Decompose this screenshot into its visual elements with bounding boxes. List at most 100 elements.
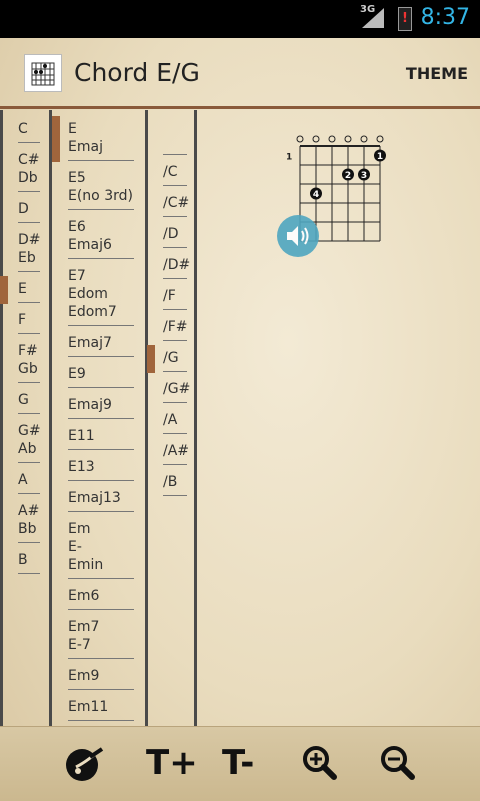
item-underline bbox=[68, 609, 134, 610]
root-item[interactable]: E bbox=[18, 280, 40, 304]
chord-type-item[interactable]: E11 bbox=[68, 427, 134, 451]
item-underline bbox=[163, 154, 187, 155]
item-underline bbox=[163, 216, 187, 217]
chord-type-item[interactable]: Em11 bbox=[68, 698, 134, 722]
app-bar: Chord E/G THEME bbox=[0, 38, 480, 109]
root-column: C C# Db D D# Eb E F F# Gb G G# Ab A A# Bb B bbox=[0, 110, 52, 728]
text-size-increase-button[interactable]: T+ bbox=[146, 743, 206, 787]
bass-note-item[interactable]: /C# bbox=[163, 194, 189, 218]
bass-note-item-label: /A bbox=[163, 412, 178, 428]
bass-note-item[interactable]: /B bbox=[163, 473, 187, 497]
chord-type-item[interactable]: E13 bbox=[68, 458, 134, 482]
chord-type-item-label: E6 bbox=[68, 219, 86, 235]
root-item[interactable]: A bbox=[18, 471, 40, 495]
chord-type-item[interactable]: Em E- Emin bbox=[68, 520, 134, 580]
bass-note-item[interactable]: /G# bbox=[163, 380, 191, 404]
bottom-toolbar: T+ T- bbox=[0, 726, 480, 801]
chord-type-item-label: Em bbox=[68, 521, 91, 537]
chord-type-item-label: Emaj9 bbox=[68, 397, 112, 413]
start-fret-label: 1 bbox=[286, 153, 292, 163]
root-item-label: C bbox=[18, 121, 28, 137]
chord-type-item[interactable]: E9 bbox=[68, 365, 134, 389]
bass-note-column: /C/C# /D/D# /F/F# /G/G# /A/A# /B bbox=[147, 110, 197, 728]
chord-type-item-label: Emaj13 bbox=[68, 490, 121, 506]
root-item-label: G bbox=[18, 392, 29, 408]
bass-note-item[interactable]: /F# bbox=[163, 318, 188, 342]
chord-type-item-label: E(no 3rd) bbox=[68, 188, 133, 204]
item-underline bbox=[163, 433, 187, 434]
text-size-decrease-button[interactable]: T- bbox=[222, 743, 282, 787]
bass-note-item[interactable] bbox=[163, 132, 187, 156]
bass-note-item[interactable]: /F bbox=[163, 287, 187, 311]
item-underline bbox=[68, 160, 134, 161]
root-item[interactable]: B bbox=[18, 551, 40, 575]
item-underline bbox=[68, 209, 134, 210]
chord-type-item[interactable]: E Emaj bbox=[68, 120, 134, 162]
bass-note-item[interactable]: /A bbox=[163, 411, 187, 435]
root-item[interactable]: F# Gb bbox=[18, 342, 40, 384]
bass-note-item[interactable]: /C bbox=[163, 163, 187, 187]
selection-marker bbox=[52, 116, 60, 162]
bass-note-item-label: /F bbox=[163, 288, 176, 304]
chord-type-item[interactable]: Emaj13 bbox=[68, 489, 134, 513]
root-item-label: Db bbox=[18, 170, 38, 186]
bass-note-item[interactable]: /D bbox=[163, 225, 187, 249]
root-item-label: D bbox=[18, 201, 29, 217]
bass-note-item[interactable]: /D# bbox=[163, 256, 190, 280]
root-item-label: Ab bbox=[18, 441, 37, 457]
chord-type-column: E Emaj E5 E(no 3rd) E6 Emaj6 E7 Edom Edom7 Emaj7 E… bbox=[52, 110, 148, 728]
root-item[interactable]: A# Bb bbox=[18, 502, 40, 544]
root-item[interactable]: C bbox=[18, 120, 40, 144]
root-item[interactable]: G bbox=[18, 391, 40, 415]
item-underline bbox=[18, 413, 40, 414]
page-title: Chord E/G bbox=[74, 58, 200, 87]
root-item-label: F# bbox=[18, 343, 38, 359]
item-underline bbox=[18, 191, 40, 192]
item-underline bbox=[68, 578, 134, 579]
zoom-in-button[interactable] bbox=[300, 743, 360, 787]
chord-type-item[interactable]: E6 Emaj6 bbox=[68, 218, 134, 260]
item-underline bbox=[18, 382, 40, 383]
theme-button[interactable]: THEME bbox=[406, 64, 468, 83]
play-sound-button[interactable] bbox=[277, 215, 319, 257]
chord-type-item[interactable]: Em7 E-7 bbox=[68, 618, 134, 660]
chord-type-item[interactable]: Em6 bbox=[68, 587, 134, 611]
chord-type-item[interactable]: Em9 bbox=[68, 667, 134, 691]
bass-note-item[interactable]: /A# bbox=[163, 442, 189, 466]
item-underline bbox=[68, 449, 134, 450]
root-item-label: A bbox=[18, 472, 28, 488]
root-item[interactable]: D# Eb bbox=[18, 231, 41, 273]
item-underline bbox=[68, 480, 134, 481]
chord-type-item[interactable]: Emaj9 bbox=[68, 396, 134, 420]
item-underline bbox=[18, 222, 40, 223]
root-item-label: A# bbox=[18, 503, 40, 519]
item-underline bbox=[18, 462, 40, 463]
item-underline bbox=[163, 309, 187, 310]
guitar-button[interactable] bbox=[62, 743, 122, 787]
bass-note-item-label: /G# bbox=[163, 381, 191, 397]
chord-type-item[interactable]: E5 E(no 3rd) bbox=[68, 169, 134, 211]
chord-type-item[interactable]: Emaj7 bbox=[68, 334, 134, 358]
item-underline bbox=[163, 464, 187, 465]
chord-type-item-label: E-7 bbox=[68, 637, 91, 653]
bass-note-item[interactable]: /G bbox=[163, 349, 187, 373]
item-underline bbox=[163, 340, 187, 341]
chord-page: Chord E/G THEME C C# Db D D# Eb E F F# Gb G G# Ab A A#… bbox=[0, 38, 480, 801]
chord-type-item-label: E bbox=[68, 121, 77, 137]
chord-type-item-label: Em7 bbox=[68, 619, 100, 635]
root-item-label: E bbox=[18, 281, 27, 297]
finger-number: 2 bbox=[345, 171, 351, 181]
chord-type-item[interactable]: E7 Edom Edom7 bbox=[68, 267, 134, 327]
zoom-in-icon bbox=[303, 746, 337, 780]
root-item[interactable]: G# Ab bbox=[18, 422, 41, 464]
zoom-out-button[interactable] bbox=[378, 743, 438, 787]
root-item-label: F bbox=[18, 312, 27, 328]
finger-number: 1 bbox=[377, 152, 383, 162]
root-item[interactable]: F bbox=[18, 311, 40, 335]
root-item[interactable]: D bbox=[18, 200, 40, 224]
root-item-label: G# bbox=[18, 423, 41, 439]
chord-type-item-label: Edom7 bbox=[68, 304, 117, 320]
chord-type-item-label: Emaj6 bbox=[68, 237, 112, 253]
chord-type-item-label: Emaj7 bbox=[68, 335, 112, 351]
root-item[interactable]: C# Db bbox=[18, 151, 40, 193]
